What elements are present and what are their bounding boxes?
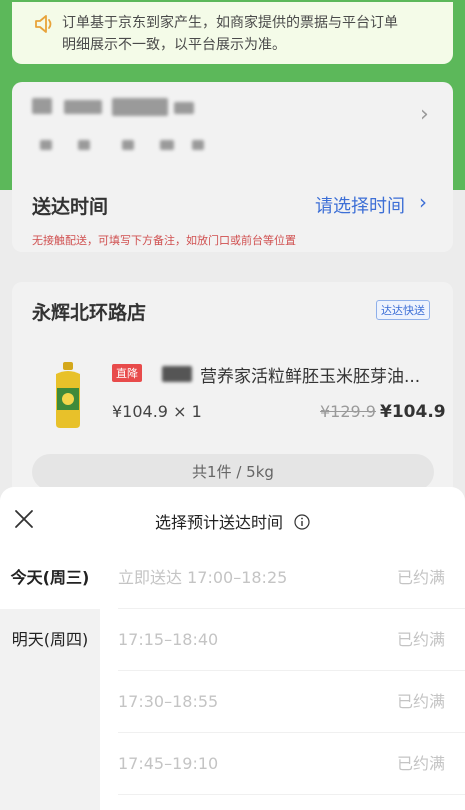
- divider: [118, 794, 465, 795]
- product-image: [56, 362, 80, 428]
- speaker-icon: [35, 15, 52, 33]
- redacted-product-brand: [162, 366, 192, 382]
- slot-status: 已约满: [396, 630, 445, 649]
- day-tab-tomorrow[interactable]: 明天(周四): [0, 609, 100, 671]
- time-slot[interactable]: 立即送达 17:00–18:25 已约满: [100, 547, 465, 609]
- courier-badge: 达达快送: [376, 300, 430, 320]
- time-slot[interactable]: 17:30–18:55 已约满: [100, 671, 465, 733]
- order-total-summary[interactable]: 共1件 / 5kg: [32, 454, 434, 490]
- redacted-address-name: [64, 100, 102, 114]
- day-list: 今天(周三) 明天(周四): [0, 547, 100, 810]
- redacted-address-detail: [78, 140, 90, 150]
- delivery-time-sheet: 选择预计送达时间 今天(周三) 明天(周四) 立即送达 17:00–18:25 …: [0, 487, 465, 810]
- product-name[interactable]: 营养家活粒鲜胚玉米胚芽油...: [200, 362, 420, 387]
- slot-time: 17:15–18:40: [118, 630, 219, 649]
- sheet-header: 选择预计送达时间: [0, 509, 465, 533]
- redacted-address-detail: [40, 140, 52, 150]
- info-icon[interactable]: [294, 514, 310, 530]
- redacted-address-detail: [160, 140, 174, 150]
- address-card[interactable]: › 送达时间 请选择时间 › 无接触配送，可填写下方备注，如放门口或前台等位置: [12, 82, 453, 252]
- time-slot-list: 立即送达 17:00–18:25 已约满 17:15–18:40 已约满 17:…: [100, 547, 465, 810]
- redacted-address-name: [174, 102, 194, 114]
- time-slot[interactable]: 17:45–19:10 已约满: [100, 733, 465, 795]
- redacted-address-detail: [192, 140, 204, 150]
- redacted-address-name: [112, 98, 168, 116]
- day-tab-today[interactable]: 今天(周三): [0, 547, 100, 609]
- store-card: 永辉北环路店 达达快送 直降 营养家活粒鲜胚玉米胚芽油... ¥104.9 × …: [12, 282, 453, 520]
- delivery-time-label: 送达时间: [32, 196, 109, 218]
- product-original-price: ¥129.9: [320, 402, 376, 421]
- notice-line-2: 明细展示不一致，以平台展示为准。: [62, 37, 286, 53]
- slot-time: 17:30–18:55: [118, 692, 219, 711]
- chevron-right-icon: ›: [420, 102, 429, 127]
- redacted-address-name: [32, 98, 52, 114]
- price-drop-tag: 直降: [112, 364, 142, 382]
- product-unit-price-qty: ¥104.9 × 1: [112, 402, 202, 421]
- slot-status: 已约满: [396, 754, 445, 773]
- chevron-right-icon: ›: [419, 190, 427, 214]
- order-page-background: 订单基于京东到家产生，如商家提供的票据与平台订单 明细展示不一致，以平台展示为准…: [0, 0, 465, 520]
- slot-status: 已约满: [396, 692, 445, 711]
- product-price: ¥104.9: [380, 402, 446, 422]
- notice-line-1: 订单基于京东到家产生，如商家提供的票据与平台订单: [62, 15, 398, 31]
- delivery-note: 无接触配送，可填写下方备注，如放门口或前台等位置: [32, 234, 296, 247]
- notice-card: 订单基于京东到家产生，如商家提供的票据与平台订单 明细展示不一致，以平台展示为准…: [12, 2, 453, 64]
- time-slot[interactable]: 17:15–18:40 已约满: [100, 609, 465, 671]
- redacted-address-detail: [122, 140, 134, 150]
- store-name: 永辉北环路店: [32, 302, 147, 324]
- slot-time: 17:45–19:10: [118, 754, 219, 773]
- select-time-link[interactable]: 请选择时间: [315, 192, 405, 218]
- slot-time: 立即送达 17:00–18:25: [118, 568, 288, 587]
- slot-status: 已约满: [396, 568, 445, 587]
- sheet-title: 选择预计送达时间: [154, 513, 283, 532]
